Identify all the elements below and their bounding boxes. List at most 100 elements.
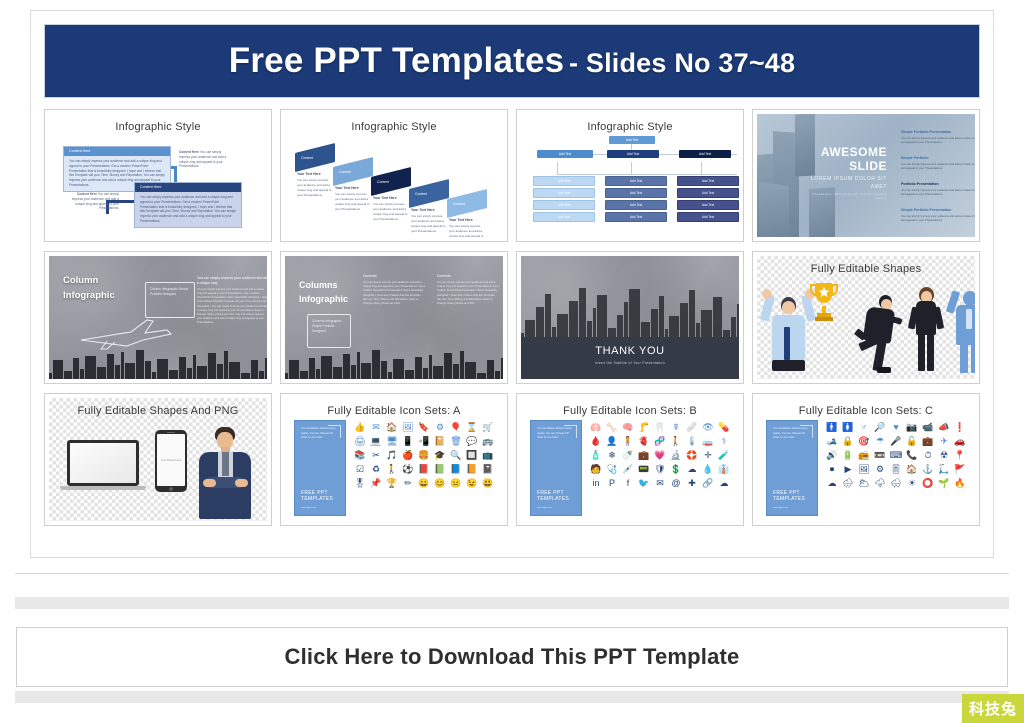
building-silhouette	[97, 367, 106, 379]
template-icon: ⚕	[721, 436, 727, 446]
callout-bubble: Column Infographic Simple Portfolio Desi…	[145, 282, 195, 318]
template-icon: 🌧	[842, 478, 854, 488]
template-icon: 🛡	[654, 464, 666, 474]
template-icon: 📷	[906, 422, 918, 432]
column-one: Contents You can simply impress your aud…	[363, 274, 425, 306]
blue-silhouette-figure	[945, 283, 975, 375]
building-silhouette	[579, 288, 586, 339]
building-silhouette	[289, 360, 299, 379]
panel-brand: FREE PPT TEMPLATES	[537, 489, 570, 503]
panel-brand: FREE PPT TEMPLATES	[773, 489, 806, 503]
building-silhouette	[629, 289, 640, 339]
template-icon: 🏆	[386, 478, 398, 488]
building-silhouette	[300, 371, 308, 379]
template-icon: 🎵	[386, 450, 398, 460]
template-icon: 🦷	[654, 422, 666, 432]
building-silhouette	[617, 315, 623, 339]
chart-box: Add Text	[537, 150, 593, 158]
building-silhouette	[381, 361, 387, 379]
template-gallery-card: Free PPT Templates - Slides No 37~48 Inf…	[30, 10, 994, 558]
slide-thumbnail[interactable]: Column Infographic Column Infographic Si…	[44, 251, 272, 384]
slide-thumbnail[interactable]: Fully Editable Icon Sets: A You can Resi…	[280, 393, 508, 526]
slide-canvas: Fully Editable Shapes	[757, 256, 975, 379]
lorem-subtext: Consectetur adipiscing elit sed do eiusm…	[812, 193, 887, 200]
template-icon: 😉	[466, 478, 478, 488]
template-icon: ⏺	[829, 464, 835, 474]
building-silhouette	[731, 317, 736, 339]
template-icon: 📔	[434, 436, 446, 446]
template-icon: 🩺	[606, 464, 618, 474]
building-silhouette	[460, 351, 464, 379]
callout-bubble: Columns Infographic Simple Portfolio Des…	[307, 314, 351, 348]
slide-thumbnail[interactable]: THANK YOU Insert the Subtitle of Your Pr…	[516, 251, 744, 384]
slide-thumbnail[interactable]: Fully Editable Icon Sets: C You can Resi…	[752, 393, 980, 526]
columns-heading-line-1: Columns	[299, 280, 338, 290]
template-icon: 📻	[858, 450, 870, 460]
template-icon: ☂	[875, 436, 885, 446]
template-icon: 📚	[354, 450, 366, 460]
building-silhouette	[701, 310, 712, 339]
slide-thumbnail[interactable]: AWESOME SLIDE LOREM IPSUM DOLOR SIT AMET…	[752, 109, 980, 242]
slide-grid: Infographic Style Content Here You can s…	[44, 109, 980, 526]
slide-canvas: Fully Editable Icon Sets: B You can Resi…	[521, 398, 739, 521]
slide-thumbnail[interactable]: Infographic Style Content Your Text Here Y…	[280, 109, 508, 242]
template-icon: 📗	[434, 464, 446, 474]
side-note-title: Content Here	[76, 192, 97, 196]
template-icon: 🔓	[906, 436, 918, 446]
side-note-title: Content Here	[179, 150, 200, 154]
slide-thumbnail[interactable]: Fully Editable Shapes And PNG Your Pictu…	[44, 393, 272, 526]
template-icon: 🧪	[718, 450, 730, 460]
building-silhouette	[669, 316, 679, 339]
column-heading-line-2: Infographic	[63, 289, 115, 301]
portfolio-item-title: Simple Portfolio	[901, 156, 929, 160]
slide-canvas: THANK YOU Insert the Subtitle of Your Pr…	[521, 256, 739, 379]
building-silhouette	[241, 373, 250, 379]
building-silhouette	[545, 294, 551, 339]
arrow-block: Content	[447, 189, 487, 218]
building-silhouette	[415, 357, 422, 379]
content-box: Content Here You can simply impress your…	[134, 182, 242, 228]
building-silhouette	[593, 308, 596, 339]
bottom-band	[521, 337, 739, 379]
arrow-block: Content	[333, 157, 373, 186]
laptop-base	[60, 486, 146, 490]
slide-canvas: AWESOME SLIDE LOREM IPSUM DOLOR SIT AMET…	[757, 114, 975, 237]
template-icon: 🐦	[638, 478, 650, 488]
slide-thumbnail[interactable]: Infographic Style Content Here You can s…	[44, 109, 272, 242]
panel-url: www.allppt.com	[537, 507, 553, 509]
column-two-title: Contents	[437, 274, 451, 278]
building-silhouette	[321, 356, 332, 379]
template-icon: ⭕	[922, 478, 934, 488]
slide-thumbnail[interactable]: Fully Editable Icon Sets: B You can Resi…	[516, 393, 744, 526]
template-icon: 🧴	[590, 450, 602, 460]
template-icon: ♂	[860, 422, 868, 432]
download-button[interactable]: Click Here to Download This PPT Template	[16, 627, 1008, 687]
building-silhouette	[597, 295, 607, 339]
building-silhouette	[179, 357, 186, 379]
chart-box: Add Text	[533, 212, 595, 222]
building-silhouette	[169, 370, 178, 379]
businessman-photo	[197, 427, 253, 519]
slide-thumbnail[interactable]: Infographic Style Add Text Add Text Add Te…	[516, 109, 744, 242]
skyline-silhouette	[521, 287, 739, 339]
template-icon: ⚽	[402, 464, 414, 474]
panel-fold-corner	[328, 425, 341, 438]
column-one-title: Contents	[363, 274, 377, 278]
template-icon: 😀	[418, 478, 430, 488]
building-silhouette	[361, 363, 371, 379]
building-silhouette	[285, 373, 288, 379]
template-icon: 🚶	[386, 464, 398, 474]
template-icon: ☁	[827, 478, 837, 488]
chart-box: Add Text	[533, 200, 595, 210]
slide-thumbnail[interactable]: Columns Infographic Columns Infographic …	[280, 251, 508, 384]
divider	[15, 573, 1009, 574]
slide-thumbnail[interactable]: Fully Editable Shapes	[752, 251, 980, 384]
running-man-figure	[854, 291, 903, 375]
template-icon: ⚙	[435, 422, 445, 432]
template-icon: 💧	[702, 464, 714, 474]
chart-box: Add Text	[605, 176, 667, 186]
template-icon: ⌛	[466, 422, 478, 432]
template-icon: 🖼	[858, 464, 870, 474]
template-icon: 🔖	[418, 422, 430, 432]
template-icon: 🎤	[890, 436, 902, 446]
